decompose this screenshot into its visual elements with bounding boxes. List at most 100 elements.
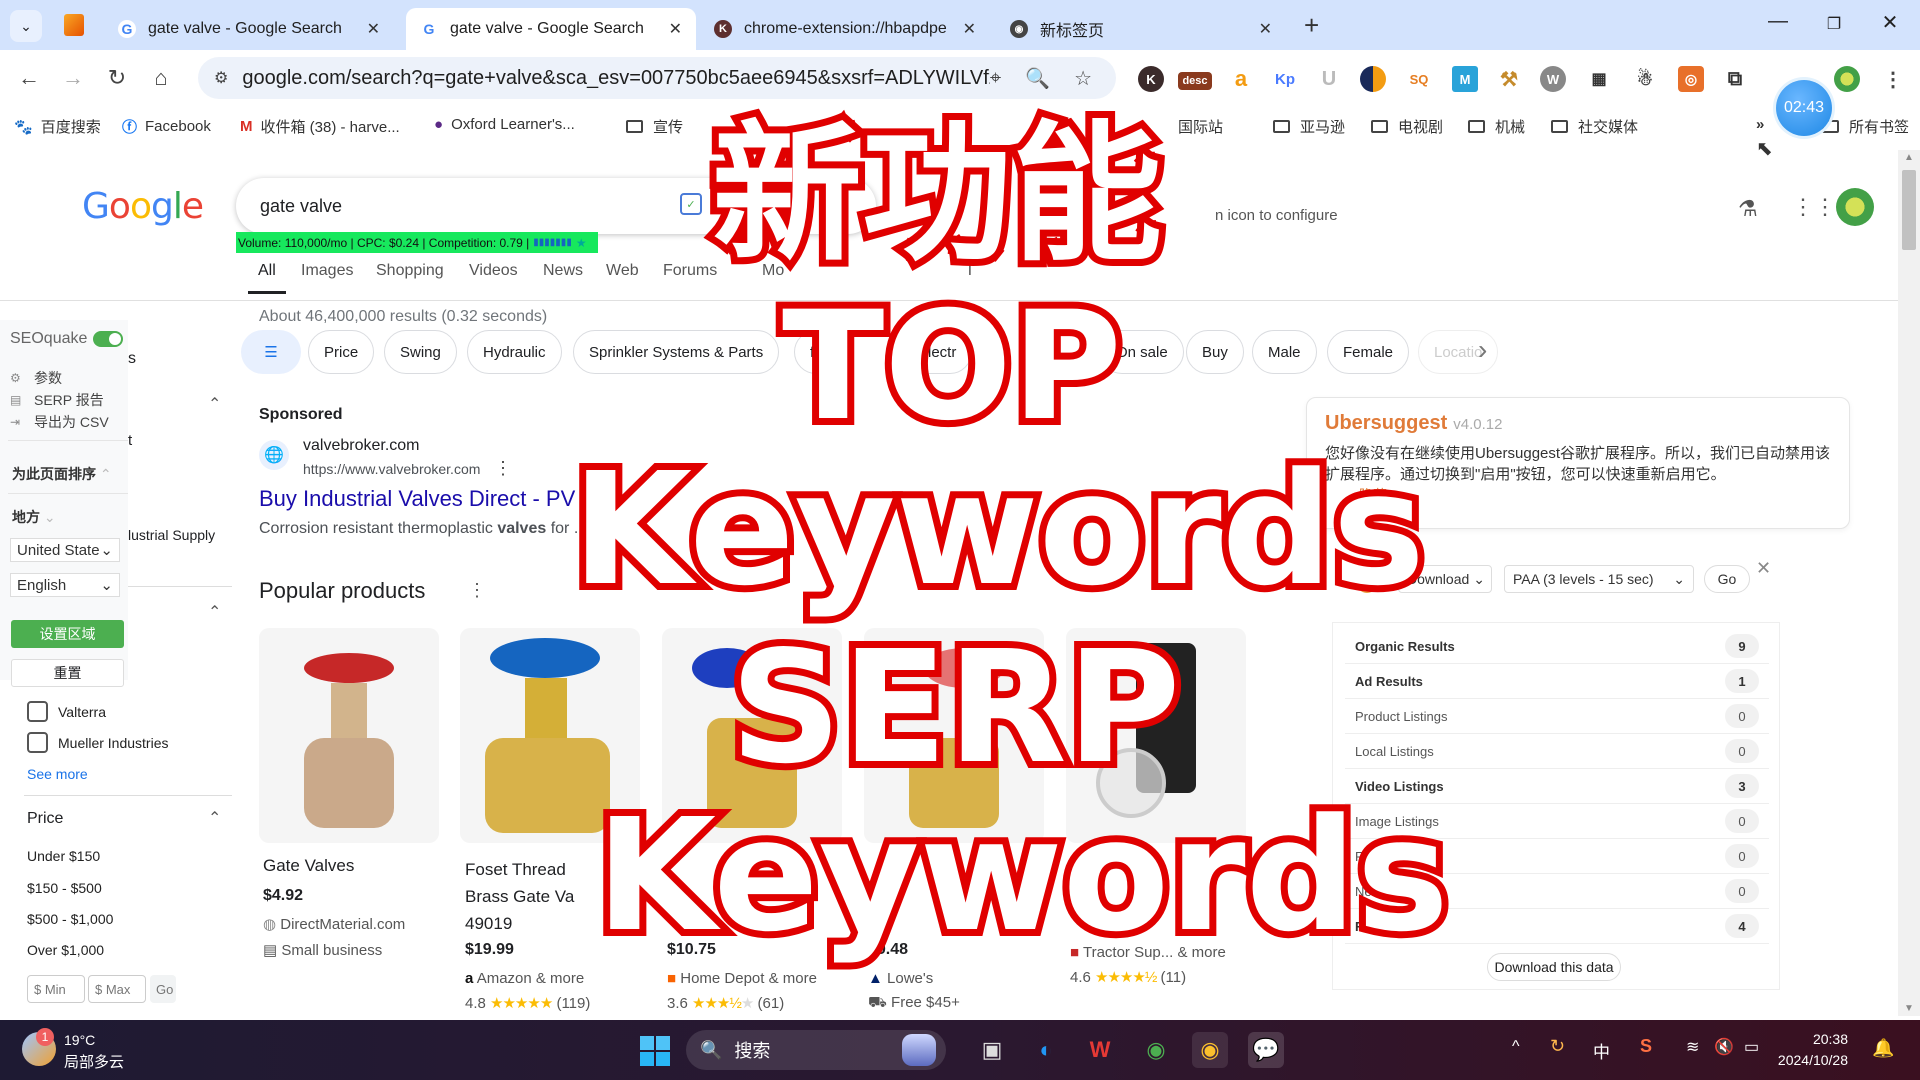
brand-checkbox-valterra[interactable] (27, 701, 48, 722)
chip-sprinkler[interactable]: Sprinkler Systems & Parts (573, 330, 780, 374)
price-collapse-chevron-icon[interactable]: ⌃ (208, 808, 221, 828)
star-icon[interactable]: ★ (576, 236, 587, 250)
scrollbar-thumb[interactable] (1902, 170, 1916, 250)
close-window-button[interactable]: ✕ (1870, 10, 1910, 35)
ad-more-icon[interactable]: ⋮ (494, 458, 512, 479)
m-extension-icon[interactable]: M (1452, 66, 1478, 92)
tab-all[interactable]: All (258, 262, 276, 280)
price-option-4[interactable]: Over $1,000 (27, 942, 104, 958)
wifi-icon[interactable]: ≋ (1686, 1037, 1699, 1057)
popular-products-more-icon[interactable]: ⋮ (468, 580, 486, 601)
bookmark-gmail[interactable]: M 收件箱 (38) - harve... (240, 116, 400, 137)
windows-start-icon[interactable] (640, 1036, 670, 1066)
chip-male[interactable]: Male (1252, 330, 1317, 374)
ad-url[interactable]: https://www.valvebroker.com (303, 461, 480, 477)
tab-search-button[interactable]: ⌄ (10, 10, 42, 42)
reload-button[interactable]: ↻ (102, 65, 132, 91)
a-extension-icon[interactable]: a (1228, 66, 1254, 92)
bug-extension-icon[interactable]: ☃ (1632, 66, 1658, 92)
tab-4[interactable]: ◉ 新标签页 ✕ (996, 8, 1286, 50)
chip-price[interactable]: Price (308, 330, 375, 374)
bookmarks-overflow-button[interactable]: » (1756, 116, 1764, 133)
new-tab-button[interactable]: + (1304, 10, 1319, 41)
tab-forums[interactable]: Forums (663, 262, 717, 280)
back-button[interactable]: ← (14, 65, 44, 91)
close-tab-icon[interactable]: ✕ (669, 19, 682, 39)
bookmark-star-icon[interactable]: ☆ (1074, 66, 1092, 91)
chips-next-chevron-icon[interactable]: › (1478, 334, 1487, 366)
pinned-tab-icon[interactable] (64, 14, 84, 36)
price-max-input[interactable]: $ Max (88, 975, 146, 1003)
weather-temp[interactable]: 19°C (64, 1032, 95, 1048)
price-min-input[interactable]: $ Min (27, 975, 85, 1003)
country-select[interactable]: United State ⌄ (10, 538, 120, 562)
checklist-extension-icon[interactable]: ✓ (680, 193, 702, 215)
see-more-link[interactable]: See more (27, 766, 88, 782)
tab-shopping[interactable]: Shopping (376, 262, 444, 280)
bookmark-folder-guojizhan[interactable]: 国际站 (1178, 116, 1223, 137)
product-title-2[interactable]: Foset Thread Brass Gate Va 49019 (465, 856, 585, 937)
clock-date[interactable]: 2024/10/28 (1758, 1052, 1848, 1068)
google-logo[interactable]: Google (82, 186, 204, 227)
ime-indicator[interactable]: 中 (1593, 1038, 1610, 1063)
product-title-1[interactable]: Gate Valves (263, 856, 354, 876)
bookmark-folder-tv[interactable]: 电视剧 (1371, 116, 1443, 137)
bookmark-facebook[interactable]: ⓕ Facebook (122, 116, 211, 137)
price-option-3[interactable]: $500 - $1,000 (27, 911, 113, 927)
price-option-2[interactable]: $150 - $500 (27, 880, 102, 896)
bookmark-baidu[interactable]: 🐾 百度搜索 (14, 116, 101, 137)
reset-button[interactable]: 重置 (11, 659, 124, 687)
tab-2-active[interactable]: G gate valve - Google Search ✕ (406, 8, 696, 50)
ubersuggest-hide-link[interactable]: 隐藏 (1359, 485, 1831, 505)
battery-icon[interactable]: ▭ (1744, 1037, 1759, 1057)
notification-bell-icon[interactable]: 🔔 (1872, 1038, 1894, 1059)
tray-expand-icon[interactable]: ^ (1512, 1038, 1520, 1056)
bookmark-folder-amazon[interactable]: 亚马逊 (1273, 116, 1345, 137)
wps-icon[interactable]: W (1082, 1032, 1118, 1068)
bookmark-folder-social[interactable]: 社交媒体 (1551, 116, 1638, 137)
profile-avatar[interactable] (1834, 66, 1860, 92)
download-data-button[interactable]: Download this data (1487, 953, 1621, 981)
wechat-icon[interactable]: 💬 (1248, 1032, 1284, 1068)
tools-extension-icon[interactable]: ⚒ (1496, 66, 1522, 92)
seoquake-params[interactable]: ⚙ 参数 (10, 368, 62, 388)
filter-collapse-chevron-icon[interactable]: ⌃ (208, 602, 221, 622)
extensions-puzzle-icon[interactable]: ⧉ (1722, 66, 1748, 92)
ad-title-link[interactable]: Buy Industrial Valves Direct - PV (259, 486, 575, 512)
url-text[interactable]: google.com/search?q=gate+valve&sca_esv=0… (242, 67, 990, 90)
language-select[interactable]: English ⌄ (10, 573, 120, 597)
price-option-1[interactable]: Under $150 (27, 848, 100, 864)
taskbar-search[interactable]: 🔍 搜索 (686, 1030, 946, 1070)
page-scrollbar[interactable]: ▲ ▼ (1898, 150, 1920, 1016)
ad-site-name[interactable]: valvebroker.com (303, 437, 420, 455)
google-account-avatar[interactable] (1836, 188, 1874, 226)
site-info-icon[interactable]: ⚙ (214, 68, 228, 88)
edge-icon[interactable]: ◐ (1028, 1032, 1064, 1068)
bookmark-folder-xuanchuan[interactable]: 宣传 (626, 116, 683, 137)
wordpress-extension-icon[interactable]: W (1540, 66, 1566, 92)
paa-go-button[interactable]: Go (1704, 565, 1750, 593)
region-label[interactable]: 地方 ⌄ (12, 507, 56, 527)
seoquake-serp-report[interactable]: ▤ SERP 报告 (10, 390, 104, 410)
orange-extension-icon[interactable]: ◎ (1678, 66, 1704, 92)
tab-images[interactable]: Images (301, 262, 353, 280)
tab-news[interactable]: News (543, 262, 583, 280)
task-view-icon[interactable]: ▣ (974, 1032, 1010, 1068)
chip-hydraulic[interactable]: Hydraulic (467, 330, 562, 374)
close-tab-icon[interactable]: ✕ (367, 19, 380, 39)
scroll-up-icon[interactable]: ▲ (1904, 152, 1914, 163)
price-go-button[interactable]: Go (150, 975, 176, 1003)
brand-label-mueller[interactable]: Mueller Industries (58, 735, 169, 751)
close-tab-icon[interactable]: ✕ (1259, 19, 1272, 39)
menu-kebab-icon[interactable]: ⋮ (1880, 66, 1906, 92)
volume-muted-icon[interactable]: 🔇 (1714, 1037, 1734, 1057)
u-extension-icon[interactable]: U (1316, 66, 1342, 92)
bookmark-oxford[interactable]: ● Oxford Learner's... (434, 116, 575, 133)
chrome-icon[interactable]: ◉ (1138, 1032, 1174, 1068)
minimize-button[interactable]: — (1758, 10, 1798, 33)
clock-time[interactable]: 20:38 (1788, 1031, 1848, 1047)
filter-settings-chip[interactable]: ☰ (241, 330, 301, 374)
desc-extension-icon[interactable]: desc (1178, 72, 1212, 90)
close-tab-icon[interactable]: ✕ (963, 19, 976, 39)
sync-icon[interactable]: ↻ (1550, 1036, 1565, 1057)
